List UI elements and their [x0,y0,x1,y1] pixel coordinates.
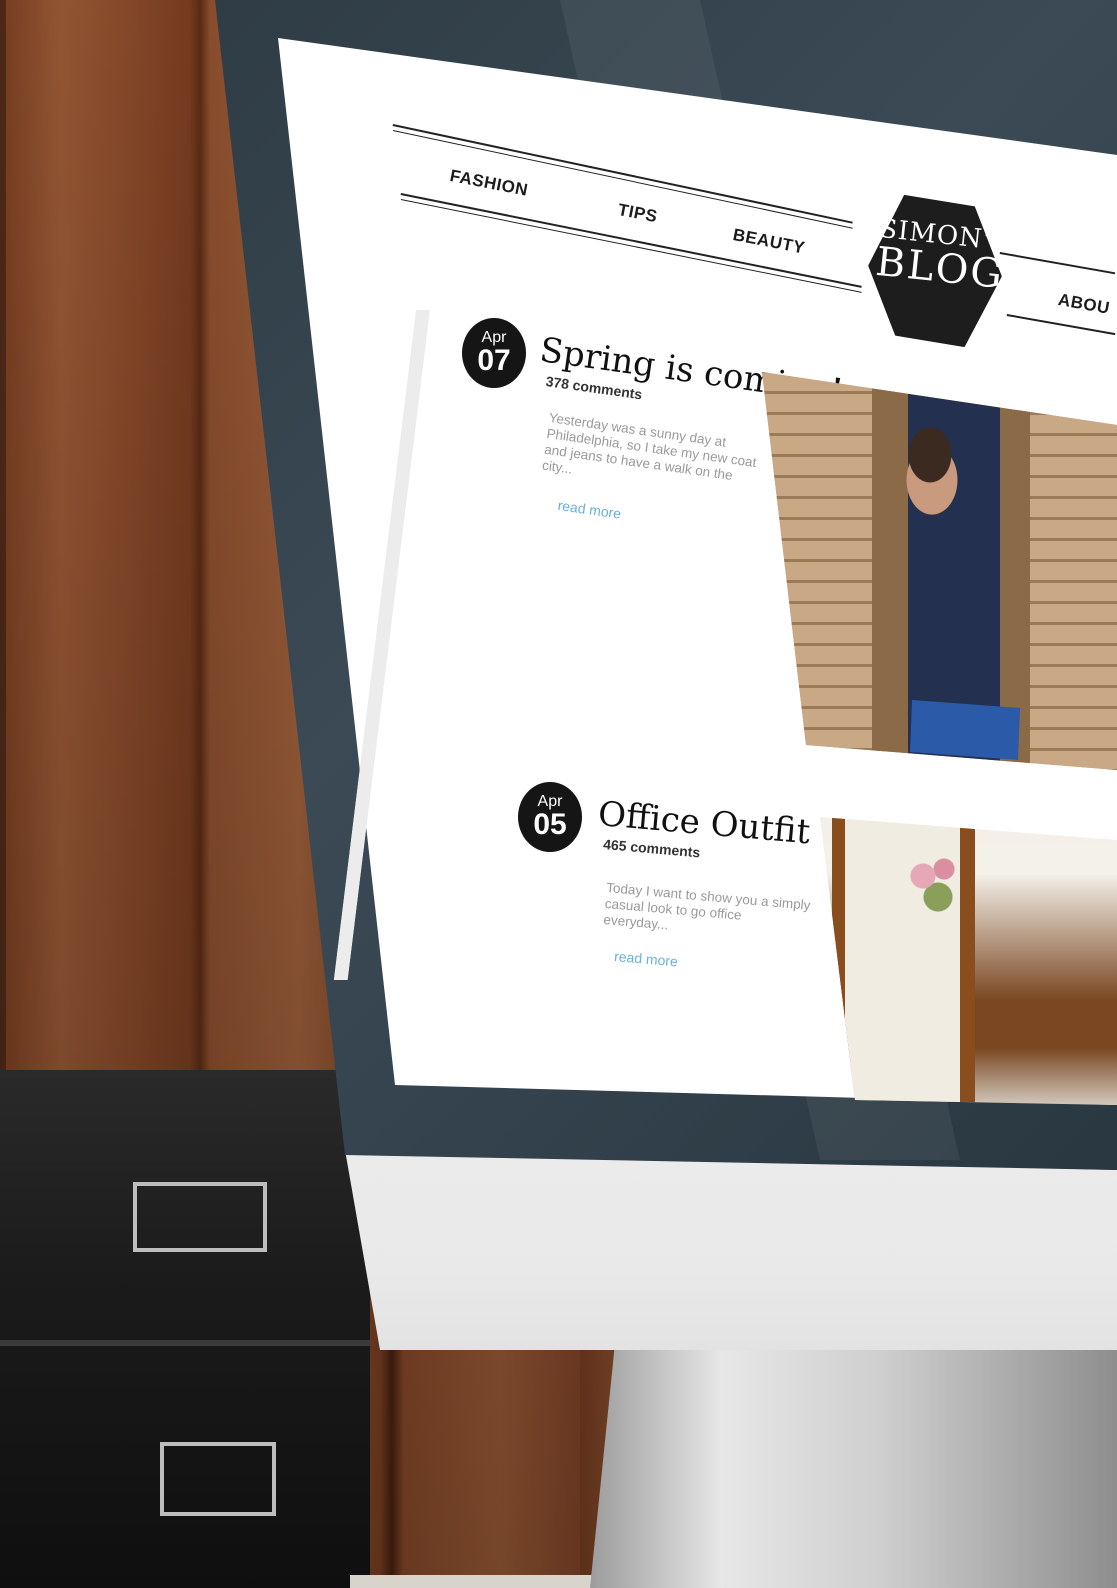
monitor-stand [590,1330,1117,1588]
logo-line-2: BLOG [873,238,1007,298]
date-day: 07 [477,344,511,377]
blog-logo-text: SIMON'S BLOG [873,214,1011,298]
date-badge: Apr 05 [518,782,582,852]
monitor: FASHION TIPS BEAUTY ABOU SIMON'S BLOG Ap… [0,0,1117,1588]
date-badge: Apr 07 [462,318,526,388]
date-day: 05 [533,808,567,841]
flowers-decoration [905,848,965,918]
